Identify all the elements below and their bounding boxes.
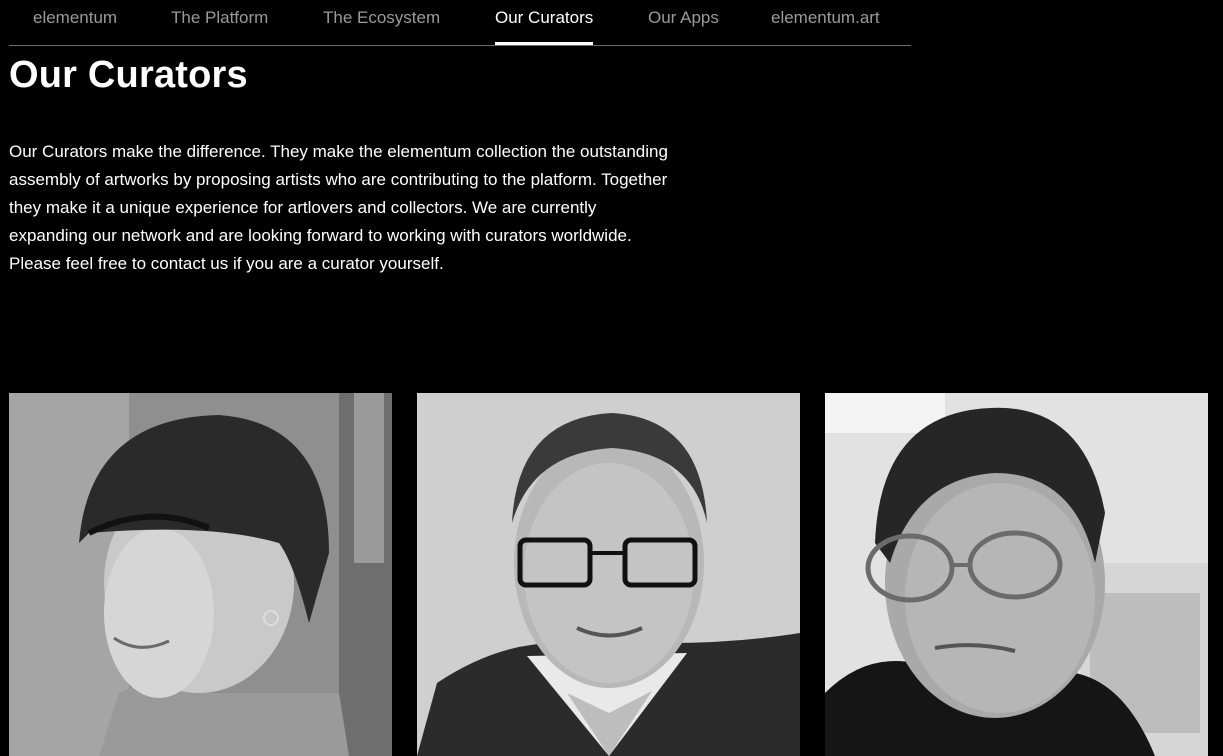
curator-photo-man-suit bbox=[417, 393, 800, 756]
curator-card-3[interactable] bbox=[825, 393, 1208, 756]
nav-item-elementum[interactable]: elementum bbox=[33, 7, 117, 29]
page-title: Our Curators bbox=[9, 54, 248, 96]
nav-item-our-curators[interactable]: Our Curators bbox=[495, 7, 594, 45]
intro-paragraph: Our Curators make the difference. They m… bbox=[9, 142, 668, 273]
curator-photo-woman bbox=[9, 393, 392, 756]
nav-item-elementum-art[interactable]: elementum.art bbox=[771, 7, 880, 29]
nav-item-the-platform[interactable]: The Platform bbox=[171, 7, 268, 29]
curator-card-1[interactable] bbox=[9, 393, 392, 756]
nav-item-the-ecosystem[interactable]: The Ecosystem bbox=[323, 7, 440, 29]
curator-card-2[interactable] bbox=[417, 393, 800, 756]
nav-item-our-apps[interactable]: Our Apps bbox=[648, 7, 719, 29]
top-navigation: elementum The Platform The Ecosystem Our… bbox=[9, 0, 911, 46]
curator-photo-man-selfie bbox=[825, 393, 1208, 756]
